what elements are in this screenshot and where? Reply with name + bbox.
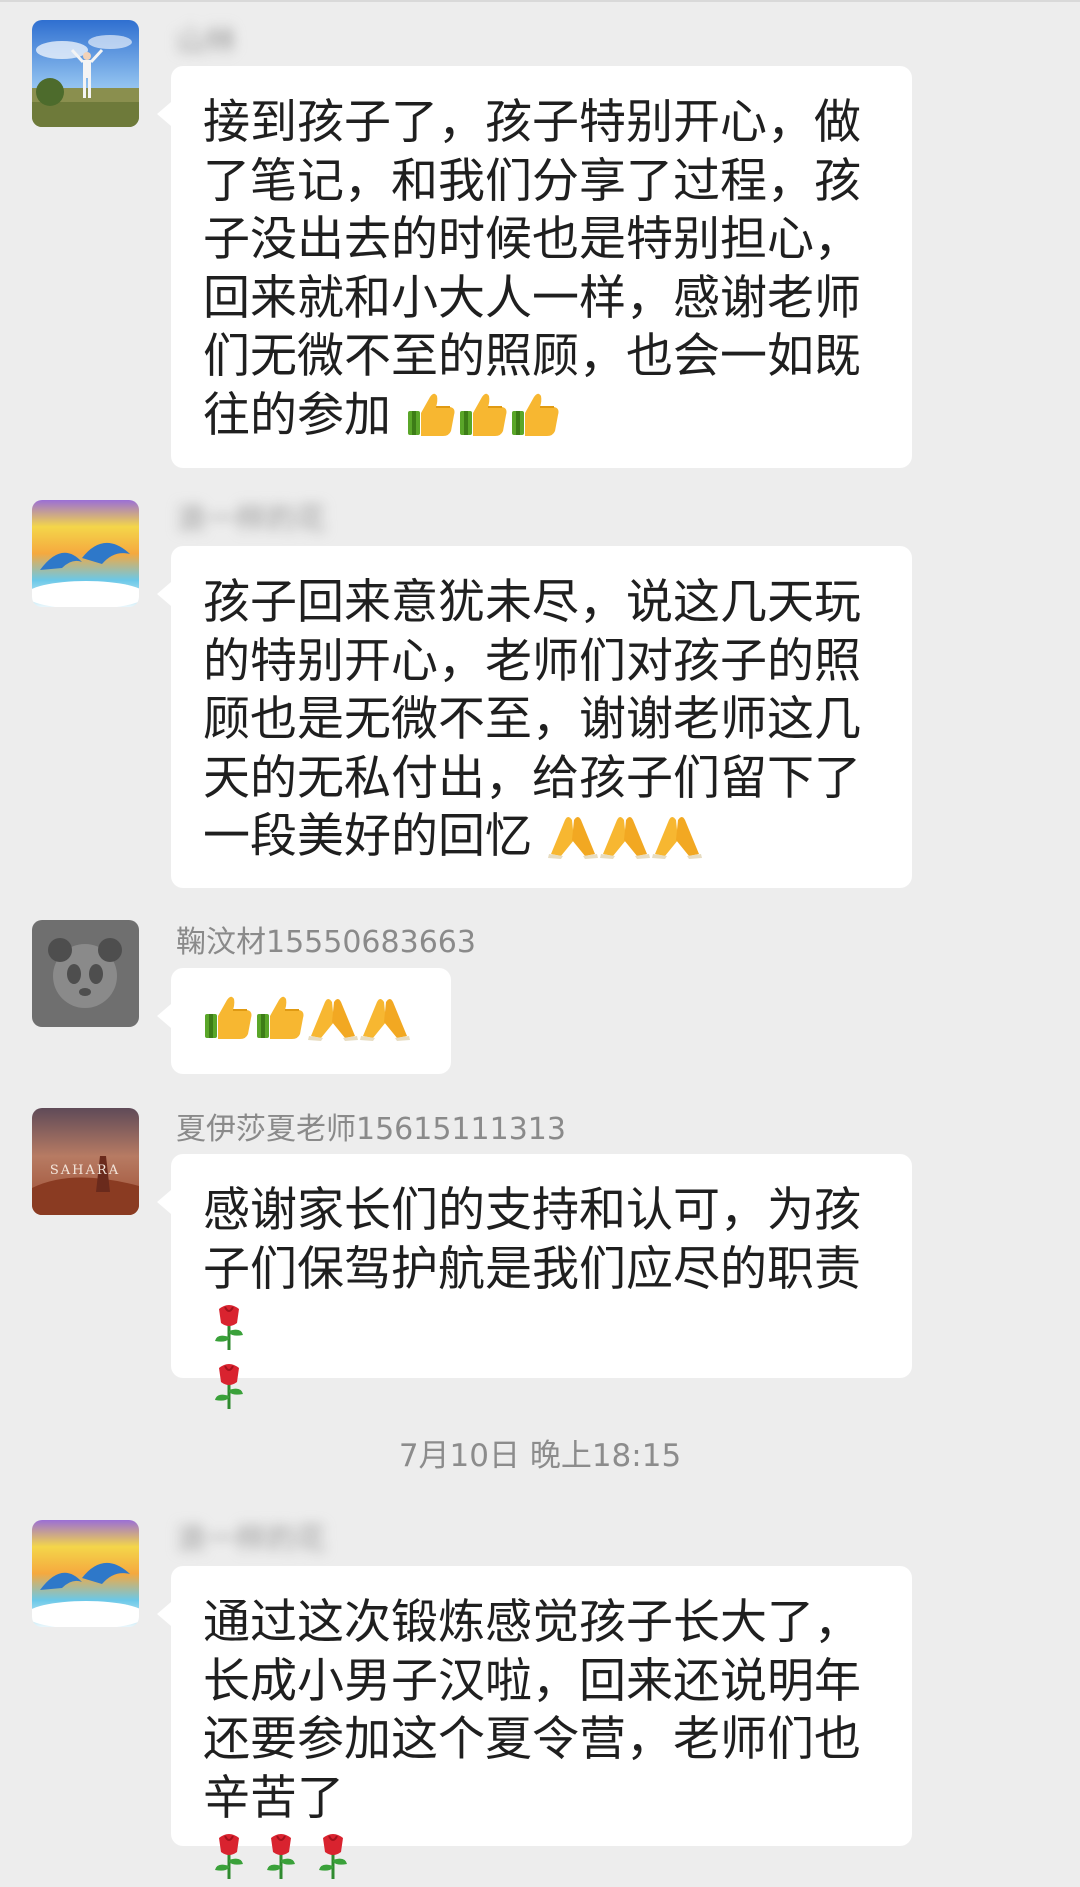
thumbs-up-icon [511, 393, 559, 436]
emoji-row [203, 1300, 255, 1414]
message-text: 感谢家长们的支持和认可，为孩子们保驾护航是我们应尽的职责 [203, 1183, 861, 1297]
emoji-row [532, 809, 703, 864]
avatar-caption: SAHARA [50, 1163, 120, 1178]
sender-name: 浪一样的花 [176, 502, 326, 537]
message-bubble[interactable]: 接到孩子了，孩子特别开心，做了笔记，和我们分享了过程，孩子没出去的时候也是特别担… [157, 66, 912, 468]
message-bubble[interactable]: 通过这次锻炼感觉孩子长大了，长成小男子汉啦，回来还说明年还要参加这个夏令营，老师… [157, 1566, 912, 1879]
panda-avatar[interactable] [32, 920, 139, 1027]
sender-name: 鞠汶材15550683663 [176, 925, 476, 960]
thumbs-up-icon [257, 996, 304, 1039]
sender-name: 浪一样的花 [176, 1522, 326, 1557]
rose-icon [267, 1834, 295, 1879]
pray-hands-icon [547, 817, 598, 859]
sender-name: 夏伊莎夏老师15615111313 [176, 1112, 566, 1147]
emoji-row [391, 388, 562, 443]
rose-icon [215, 1305, 243, 1350]
thumbs-up-icon [459, 393, 507, 436]
sahara-desert-avatar[interactable]: SAHARA [32, 1108, 139, 1215]
pray-hands-icon [651, 817, 702, 859]
pray-hands-icon [360, 999, 410, 1041]
pray-hands-icon [599, 817, 650, 859]
emoji-row [203, 1829, 359, 1884]
top-divider [0, 0, 1080, 2]
rose-icon [215, 1363, 243, 1409]
message-bubble[interactable] [157, 968, 451, 1074]
message-bubble[interactable]: 孩子回来意犹未尽，说这几天玩的特别开心，老师们对孩子的照顾也是无微不至，谢谢老师… [157, 546, 912, 888]
emoji-row [203, 991, 411, 1046]
message-text: 通过这次锻炼感觉孩子长大了，长成小男子汉啦，回来还说明年还要参加这个夏令营，老师… [203, 1595, 861, 1826]
person-outdoor-avatar[interactable] [32, 20, 139, 127]
pray-hands-icon [308, 999, 358, 1041]
thumbs-up-icon [205, 996, 252, 1039]
sender-name: 山林 [176, 24, 236, 59]
message-bubble[interactable]: 感谢家长们的支持和认可，为孩子们保驾护航是我们应尽的职责 [157, 1154, 912, 1409]
rose-icon [215, 1834, 243, 1879]
rose-icon [319, 1834, 347, 1879]
dolphins-rainbow-avatar[interactable] [32, 500, 139, 607]
thumbs-up-icon [407, 393, 455, 436]
timestamp: 7月10日 晚上18:15 [398, 1438, 682, 1474]
dolphins-rainbow-avatar[interactable] [32, 1520, 139, 1627]
